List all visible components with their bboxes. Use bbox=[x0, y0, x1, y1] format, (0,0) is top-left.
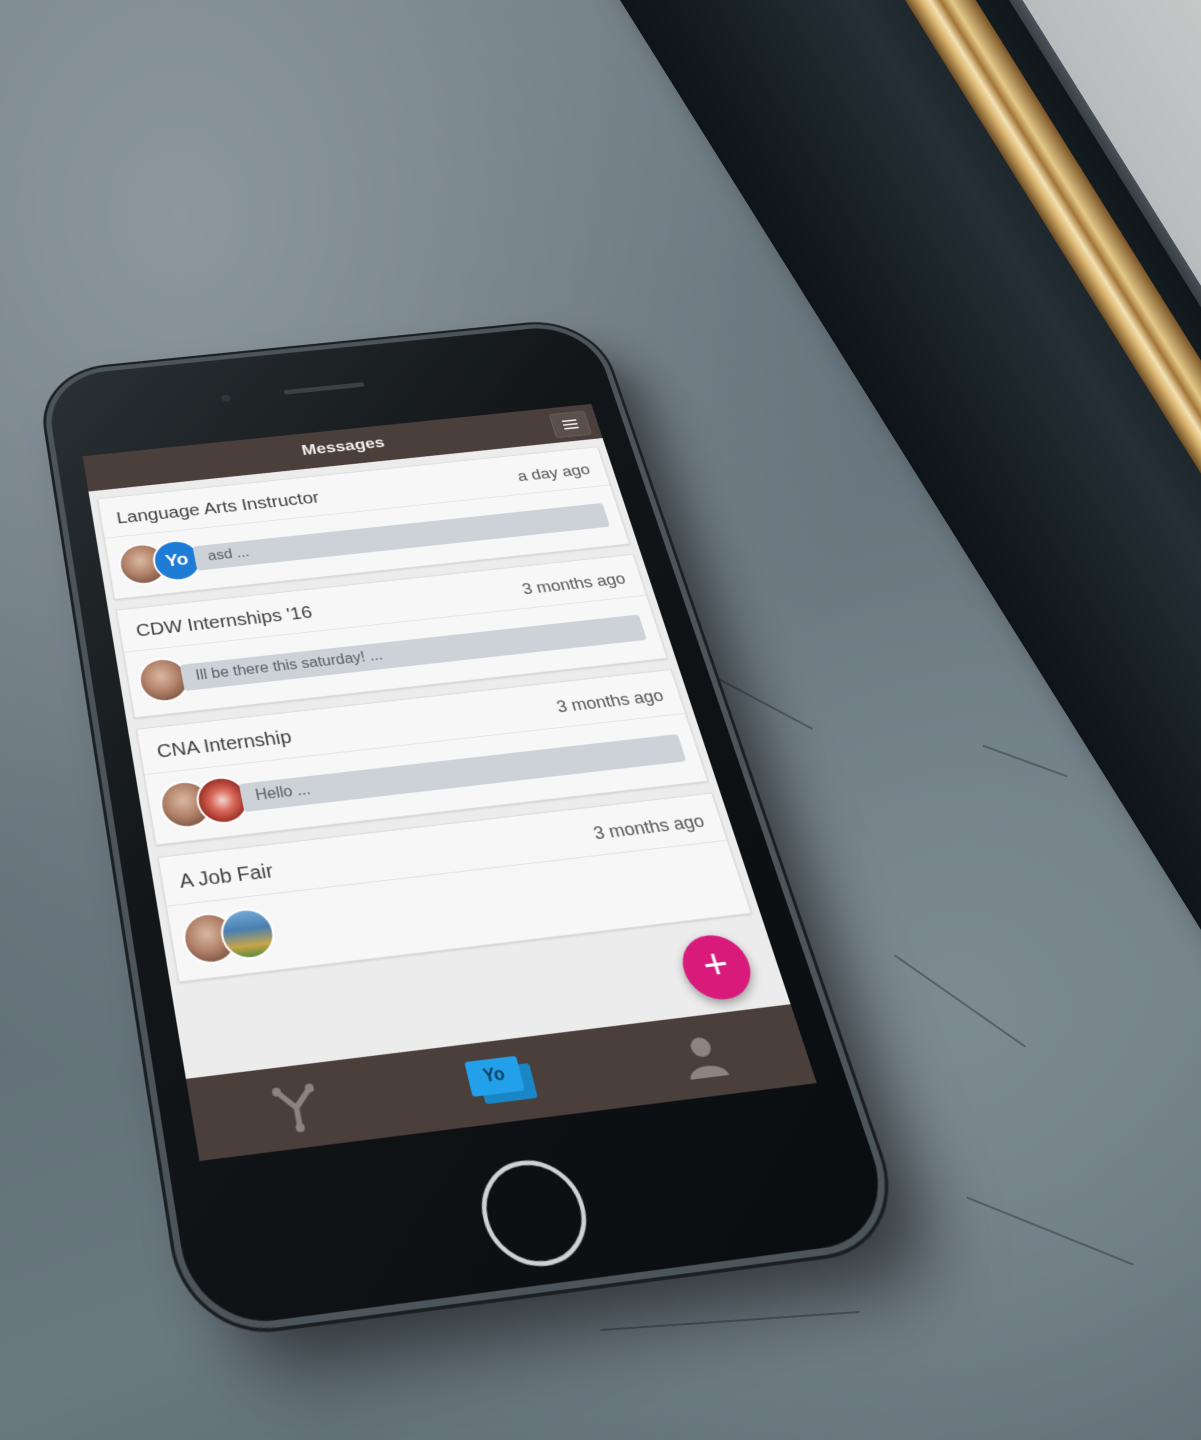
network-icon bbox=[264, 1076, 330, 1138]
page-title: Messages bbox=[300, 435, 386, 460]
hamburger-menu-icon[interactable] bbox=[549, 411, 592, 438]
stone-crack bbox=[600, 1311, 860, 1331]
stone-crack bbox=[966, 1196, 1134, 1265]
participant-avatars bbox=[179, 906, 279, 967]
photo-background: Messages Language Arts Instructor a day … bbox=[0, 0, 1201, 1440]
tab-network[interactable] bbox=[252, 1069, 342, 1145]
chat-icon: Yo bbox=[464, 1054, 538, 1108]
conversation-timestamp: a day ago bbox=[515, 462, 592, 486]
stone-crack bbox=[982, 745, 1067, 778]
participant-avatars bbox=[157, 774, 253, 831]
conversation-timestamp: 3 months ago bbox=[554, 686, 666, 716]
tab-messages[interactable]: Yo bbox=[455, 1044, 547, 1119]
conversation-timestamp: 3 months ago bbox=[591, 811, 707, 844]
tab-profile[interactable] bbox=[657, 1019, 751, 1093]
conversation-timestamp: 3 months ago bbox=[520, 570, 628, 598]
chat-icon-label: Yo bbox=[464, 1056, 525, 1097]
participant-avatars: Yo bbox=[116, 538, 205, 587]
profile-icon bbox=[673, 1029, 734, 1082]
stone-crack bbox=[894, 954, 1026, 1047]
conversation-title: A Job Fair bbox=[178, 861, 275, 894]
conversation-title: CNA Internship bbox=[155, 727, 293, 763]
app-screen: Messages Language Arts Instructor a day … bbox=[83, 404, 817, 1161]
conversation-list: Language Arts Instructor a day ago Yo as… bbox=[88, 438, 760, 984]
new-message-button[interactable]: + bbox=[675, 932, 760, 1003]
phone-device: Messages Language Arts Instructor a day … bbox=[44, 323, 901, 1331]
